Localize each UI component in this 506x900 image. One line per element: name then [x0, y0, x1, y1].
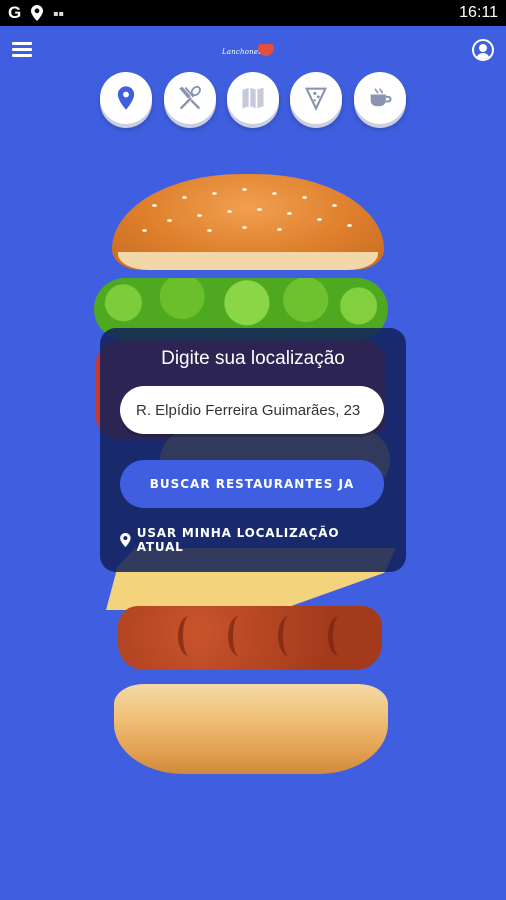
category-location-button[interactable]: [100, 72, 152, 124]
map-pin-icon: [117, 86, 135, 110]
logo-cup-icon: [258, 44, 274, 56]
location-search-card: Digite sua localização BUSCAR RESTAURANT…: [100, 328, 406, 572]
category-pizza-button[interactable]: [290, 72, 342, 124]
fork-spoon-icon: [179, 85, 201, 110]
use-location-label: USAR MINHA LOCALIZAÇÃO ATUAL: [136, 526, 340, 554]
app-toolbar: Lanchonet: [0, 26, 506, 72]
category-coffee-button[interactable]: [354, 72, 406, 124]
coffee-cup-icon: [370, 88, 392, 107]
hamburger-menu-icon[interactable]: [12, 42, 32, 58]
search-restaurants-button[interactable]: BUSCAR RESTAURANTES JA: [120, 460, 384, 508]
category-bar: [0, 72, 506, 128]
google-icon: G: [8, 3, 22, 22]
notification-icon: ▪▪: [53, 8, 65, 18]
app-logo: Lanchonet: [222, 40, 280, 62]
bun-top-image: [112, 174, 384, 270]
status-time: 16:11: [459, 4, 498, 21]
category-map-button[interactable]: [227, 72, 279, 124]
map-pin-icon: [120, 533, 131, 547]
use-current-location-link[interactable]: USAR MINHA LOCALIZAÇÃO ATUAL: [120, 526, 386, 554]
user-account-icon[interactable]: [472, 39, 494, 61]
search-title: Digite sua localização: [161, 348, 345, 369]
status-bar: G ▪▪ 16:11: [0, 0, 506, 26]
map-icon: [242, 87, 264, 109]
patty-image: [118, 606, 382, 670]
location-icon: [31, 5, 44, 21]
category-restaurants-button[interactable]: [164, 72, 216, 124]
bun-bottom-image: [114, 684, 388, 774]
pizza-slice-icon: [305, 87, 327, 111]
logo-text: Lanchonet: [222, 48, 262, 56]
address-input[interactable]: [120, 386, 384, 434]
